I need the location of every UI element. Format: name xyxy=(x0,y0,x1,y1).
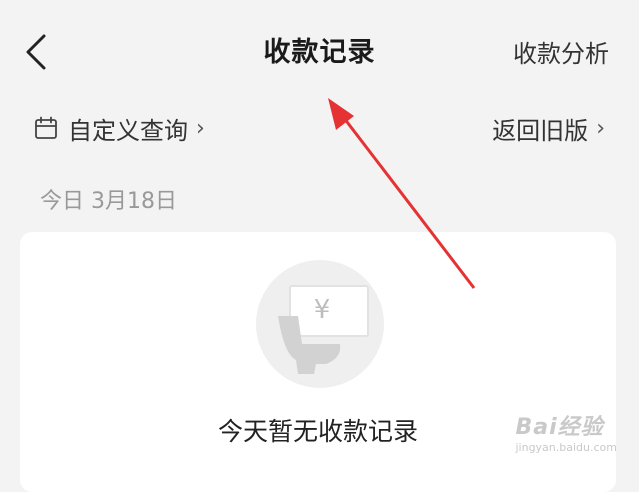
date-section-label: 今日 3月18日 xyxy=(40,189,177,214)
watermark-brand: Bai经验 xyxy=(515,415,604,440)
baidu-watermark: Bai经验 jingyan.baidu.com xyxy=(515,409,617,454)
return-old-version-button[interactable]: 返回旧版 › xyxy=(492,108,605,148)
custom-query-label: 自定义查询 xyxy=(68,116,188,145)
payment-analysis-link[interactable]: 收款分析 xyxy=(513,34,609,69)
chevron-right-icon: › xyxy=(196,115,205,141)
chevron-right-icon: › xyxy=(596,115,605,141)
custom-query-button[interactable]: 自定义查询 › xyxy=(34,108,205,148)
calendar-icon xyxy=(35,116,57,139)
watermark-url: jingyan.baidu.com xyxy=(515,441,617,454)
filter-row: 自定义查询 › 返回旧版 › xyxy=(0,108,639,148)
header-bar: 收款记录 收款分析 xyxy=(0,0,639,100)
yuan-symbol: ¥ xyxy=(314,295,331,325)
yuan-illustration-icon: ¥ xyxy=(256,260,384,388)
return-old-version-label: 返回旧版 xyxy=(492,116,589,145)
